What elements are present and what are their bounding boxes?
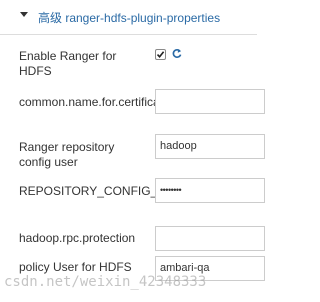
rpc-protection-label: hadoop.rpc.protection [19,231,136,245]
caret-down-icon[interactable] [20,12,28,17]
repo-password-label: REPOSITORY_CONFIG_PASSWORD [19,184,227,198]
rpc-protection-input[interactable] [155,226,265,251]
common-name-label: common.name.for.certificate [19,95,170,109]
enable-ranger-label: Enable Ranger for HDFS [19,49,117,78]
panel-title[interactable]: 高级 ranger-hdfs-plugin-properties [38,9,220,26]
enable-ranger-checkbox[interactable] [155,49,166,60]
policy-user-label: policy User for HDFS [19,260,132,274]
common-name-input[interactable] [155,89,265,114]
ranger-hdfs-plugin-properties-panel: 高级 ranger-hdfs-plugin-properties Enable … [0,0,265,302]
checkmark-icon [156,51,165,59]
repo-user-input[interactable]: hadoop [155,134,265,159]
repo-user-label: Ranger repository config user [19,140,115,169]
repo-password-input[interactable]: •••••••• [155,178,265,203]
panel-header[interactable]: 高级 ranger-hdfs-plugin-properties [0,0,257,35]
watermark: csdn.net/weixin_42348333 [4,274,207,290]
refresh-icon[interactable] [172,48,182,59]
